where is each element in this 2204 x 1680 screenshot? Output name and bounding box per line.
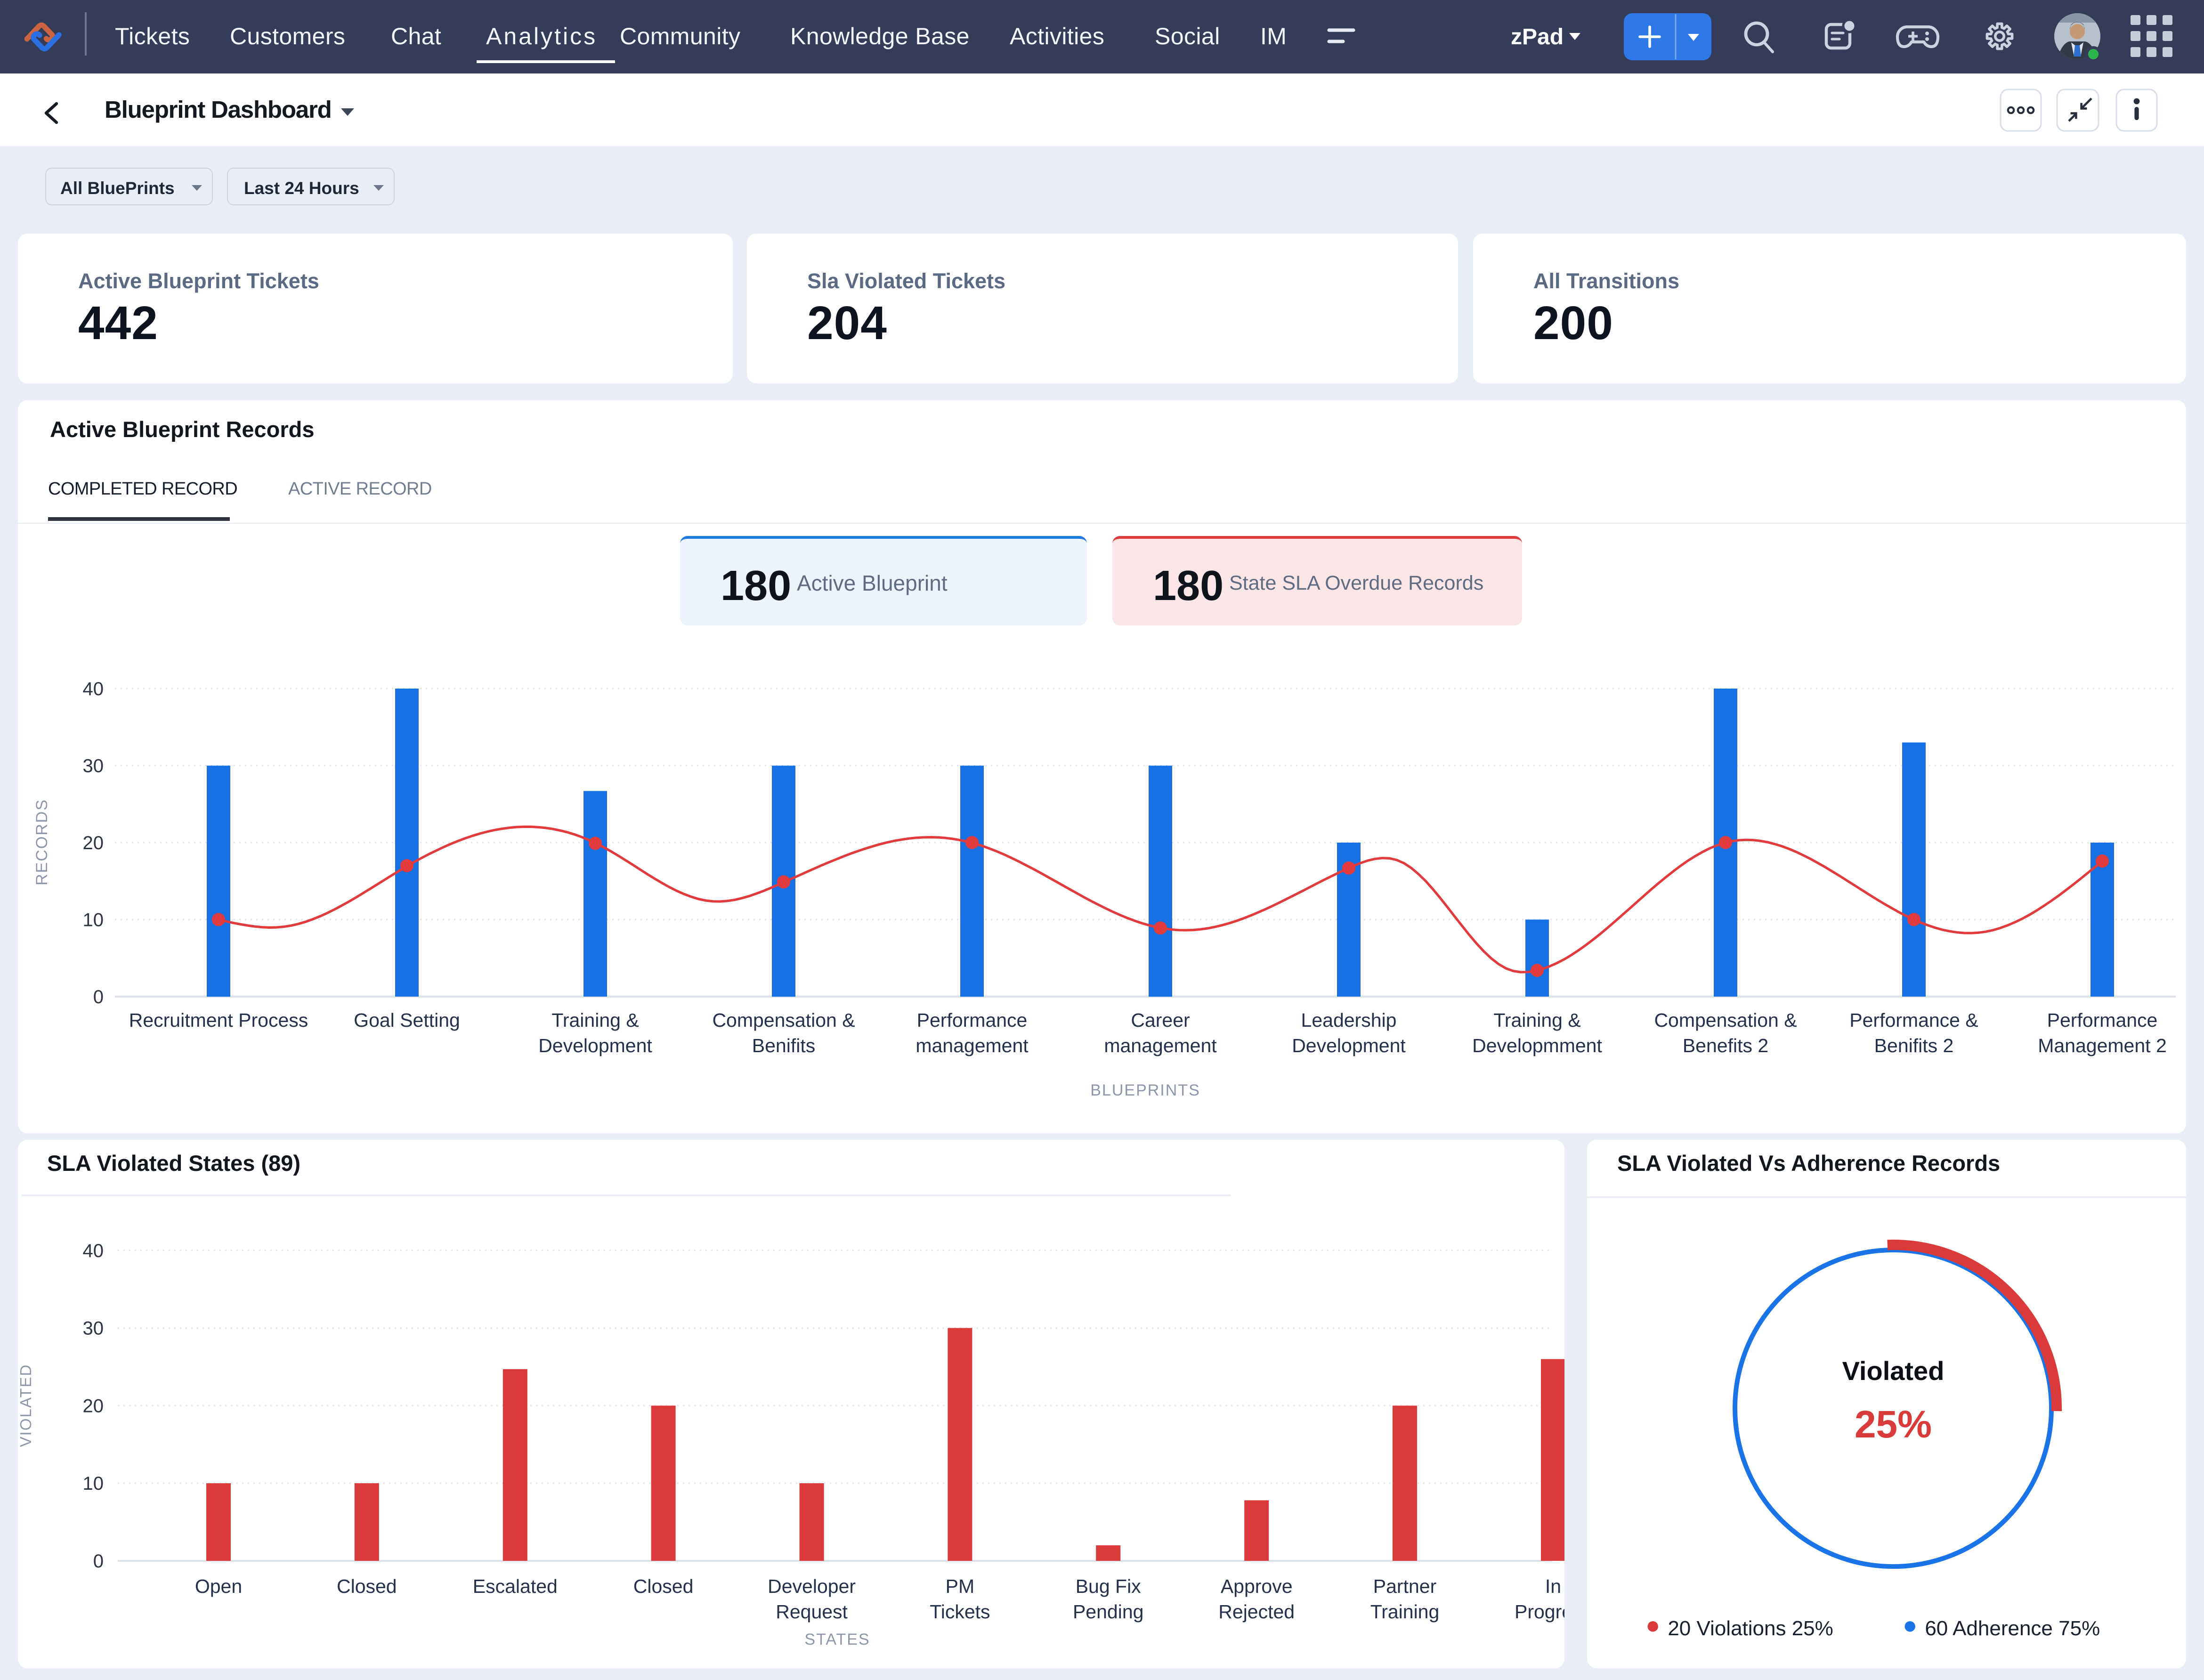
svg-text:Request: Request: [776, 1601, 848, 1623]
svg-text:Bug Fix: Bug Fix: [1076, 1575, 1141, 1597]
svg-text:management: management: [1104, 1035, 1217, 1056]
svg-text:Tickets: Tickets: [930, 1601, 990, 1623]
svg-text:Performance: Performance: [2047, 1009, 2158, 1031]
svg-text:Approve: Approve: [1221, 1575, 1293, 1597]
svg-text:20: 20: [83, 1396, 104, 1416]
svg-text:management: management: [916, 1035, 1029, 1056]
svg-text:Training &: Training &: [551, 1009, 639, 1031]
svg-text:0: 0: [93, 987, 104, 1007]
svg-text:Development: Development: [1292, 1035, 1406, 1056]
svg-text:Leadership: Leadership: [1301, 1009, 1397, 1031]
svg-text:Closed: Closed: [633, 1575, 694, 1597]
svg-text:Recruitment Process: Recruitment Process: [129, 1009, 308, 1031]
svg-text:30: 30: [83, 1318, 104, 1339]
svg-text:VIOLATED: VIOLATED: [18, 1364, 34, 1447]
svg-text:10: 10: [83, 909, 104, 930]
svg-text:Development: Development: [538, 1035, 652, 1056]
svg-text:Escalated: Escalated: [473, 1575, 558, 1597]
svg-text:Management 2: Management 2: [2038, 1035, 2167, 1056]
svg-text:Progress: Progress: [1515, 1601, 1564, 1623]
svg-text:30: 30: [83, 756, 104, 777]
svg-text:Open: Open: [195, 1575, 242, 1597]
svg-text:Performance: Performance: [917, 1009, 1028, 1031]
svg-text:Benifits 2: Benifits 2: [1874, 1035, 1954, 1056]
svg-text:Compensation &: Compensation &: [712, 1009, 855, 1031]
svg-text:Partner: Partner: [1373, 1575, 1436, 1597]
svg-text:Developmment: Developmment: [1472, 1035, 1602, 1056]
svg-text:RECORDS: RECORDS: [33, 799, 51, 885]
svg-text:Career: Career: [1131, 1009, 1190, 1031]
svg-text:BLUEPRINTS: BLUEPRINTS: [1090, 1081, 1200, 1099]
svg-text:Compensation &: Compensation &: [1654, 1009, 1797, 1031]
svg-text:20: 20: [83, 833, 104, 853]
svg-text:Benefits 2: Benefits 2: [1683, 1035, 1768, 1056]
svg-text:Pending: Pending: [1073, 1601, 1143, 1623]
svg-text:40: 40: [83, 679, 104, 699]
svg-text:Rejected: Rejected: [1218, 1601, 1295, 1623]
svg-text:40: 40: [83, 1241, 104, 1261]
svg-text:10: 10: [83, 1473, 104, 1494]
svg-text:PM: PM: [946, 1575, 975, 1597]
svg-text:Benifits: Benifits: [752, 1035, 815, 1056]
svg-text:Goal Setting: Goal Setting: [354, 1009, 460, 1031]
svg-text:In: In: [1545, 1575, 1561, 1597]
svg-text:0: 0: [93, 1551, 104, 1572]
svg-text:STATES: STATES: [804, 1631, 870, 1648]
svg-text:Performance &: Performance &: [1849, 1009, 1978, 1031]
svg-text:Training: Training: [1370, 1601, 1440, 1623]
svg-text:Developer: Developer: [768, 1575, 856, 1597]
svg-text:Closed: Closed: [337, 1575, 397, 1597]
svg-text:Training &: Training &: [1493, 1009, 1580, 1031]
